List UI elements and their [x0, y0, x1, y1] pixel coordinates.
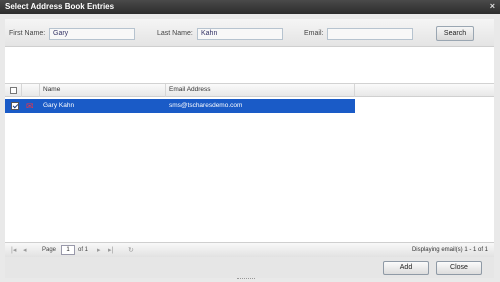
search-toolbar: First Name: Gary Last Name: Kahn Email: … — [5, 19, 494, 47]
select-all-checkbox[interactable] — [9, 87, 17, 94]
first-page-icon[interactable]: |◂ — [11, 246, 16, 254]
dialog-body: First Name: Gary Last Name: Kahn Email: … — [0, 14, 500, 282]
page-label: Page — [42, 247, 57, 253]
page-number-input[interactable]: 1 — [61, 245, 75, 255]
row-checkbox[interactable] — [11, 102, 19, 110]
table-row[interactable]: ✉ Gary Kahn sms@tscharesdemo.com — [5, 99, 355, 113]
window-titlebar: Select Address Book Entries × — [0, 0, 500, 14]
add-button[interactable]: Add — [383, 261, 429, 275]
last-name-field[interactable]: Kahn — [197, 28, 283, 40]
first-name-field[interactable]: Gary — [49, 28, 135, 40]
email-label: Email: — [304, 30, 324, 37]
dialog-footer: Add Close — [5, 257, 494, 278]
last-name-label: Last Name: — [157, 30, 193, 37]
select-all-cell — [5, 84, 22, 97]
address-grid: Name Email Address ✉ Gary Kahn sms@tscha… — [5, 83, 494, 255]
close-button[interactable]: Close — [436, 261, 482, 275]
icon-column-header — [22, 84, 40, 97]
first-name-label: First Name: — [9, 30, 46, 37]
refresh-icon[interactable]: ↻ — [128, 246, 134, 254]
page-count: of 1 — [78, 247, 89, 253]
close-icon[interactable]: × — [490, 1, 495, 11]
search-button[interactable]: Search — [436, 26, 474, 41]
paging-toolbar: |◂ ◂ Page 1 of 1 ▸ ▸| ↻ Displaying email… — [5, 242, 494, 257]
paging-status: Displaying email(s) 1 - 1 of 1 — [411, 247, 488, 253]
search-results-spacer — [5, 47, 494, 83]
column-header-name[interactable]: Name — [40, 84, 166, 97]
window-title: Select Address Book Entries — [5, 2, 115, 11]
prev-page-icon[interactable]: ◂ — [23, 246, 27, 254]
next-page-icon[interactable]: ▸ — [97, 246, 101, 254]
resize-grip[interactable] — [237, 278, 255, 281]
contact-card-icon: ✉ — [26, 101, 34, 111]
last-page-icon[interactable]: ▸| — [108, 246, 113, 254]
row-name: Gary Kahn — [43, 102, 75, 109]
column-header-email[interactable]: Email Address — [166, 84, 355, 97]
grid-header: Name Email Address — [5, 84, 494, 97]
email-field[interactable] — [327, 28, 413, 40]
row-email: sms@tscharesdemo.com — [169, 102, 243, 109]
